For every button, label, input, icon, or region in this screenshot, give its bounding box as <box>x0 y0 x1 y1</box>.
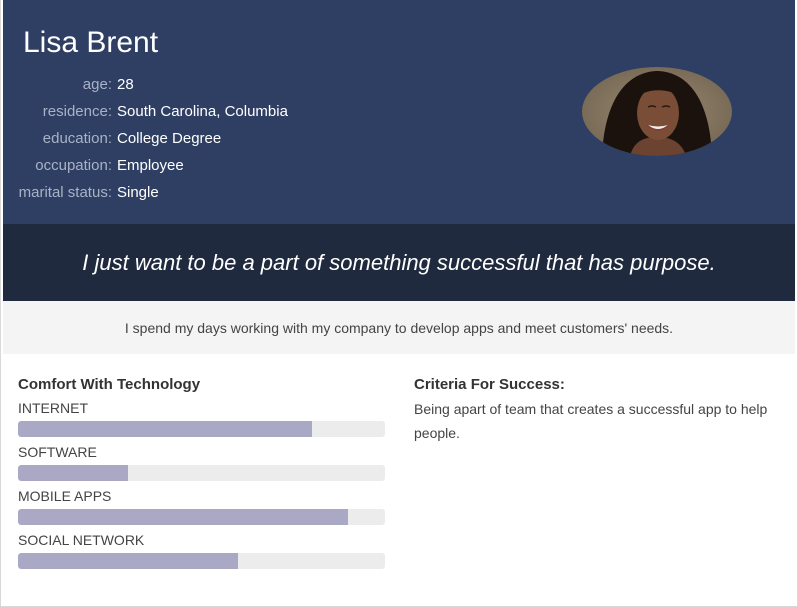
skill-label: SOFTWARE <box>18 444 97 460</box>
criteria-title: Criteria For Success: <box>414 376 565 393</box>
detail-label: occupation: <box>35 157 112 174</box>
skill-social-network: SOCIAL NETWORK <box>18 531 385 569</box>
detail-marital-status: marital status: Single <box>3 179 288 206</box>
skill-label: INTERNET <box>18 400 88 416</box>
persona-photo <box>582 67 732 156</box>
skill-label: SOCIAL NETWORK <box>18 532 145 548</box>
detail-age: age: 28 <box>3 71 288 98</box>
skill-bar-fill <box>18 509 349 525</box>
portrait-illustration <box>582 67 732 156</box>
detail-value: 28 <box>117 76 134 93</box>
detail-label: residence: <box>42 103 112 120</box>
skill-label: MOBILE APPS <box>18 488 112 504</box>
criteria-text: Being apart of team that creates a succe… <box>414 401 768 441</box>
summary-band: I spend my days working with my company … <box>3 301 795 354</box>
persona-quote: I just want to be a part of something su… <box>82 249 716 275</box>
persona-header: Lisa Brent age: 28 residence: South Caro… <box>3 0 795 224</box>
technology-section: Comfort With Technology INTERNET SOFTWAR… <box>18 376 385 569</box>
detail-value: Employee <box>117 157 184 174</box>
detail-education: education: College Degree <box>3 125 288 152</box>
detail-value: College Degree <box>117 130 222 147</box>
skill-bar-track <box>18 553 385 569</box>
persona-name: Lisa Brent <box>23 26 159 59</box>
criteria-section: Criteria For Success: Being apart of tea… <box>414 376 784 445</box>
detail-label: marital status: <box>18 184 112 201</box>
skill-mobile-apps: MOBILE APPS <box>18 487 385 525</box>
skill-bar-track <box>18 421 385 437</box>
persona-summary: I spend my days working with my company … <box>124 319 674 336</box>
persona-details: age: 28 residence: South Carolina, Colum… <box>3 71 288 206</box>
skill-internet: INTERNET <box>18 399 385 437</box>
detail-occupation: occupation: Employee <box>3 152 288 179</box>
skill-bar-fill <box>18 421 312 437</box>
skill-software: SOFTWARE <box>18 443 385 481</box>
skill-bar-track <box>18 509 385 525</box>
quote-band: I just want to be a part of something su… <box>3 224 795 301</box>
detail-residence: residence: South Carolina, Columbia <box>3 98 288 125</box>
skill-bar-fill <box>18 553 239 569</box>
technology-title: Comfort With Technology <box>18 376 201 393</box>
detail-value: South Carolina, Columbia <box>117 103 288 120</box>
skill-bar-fill <box>18 465 129 481</box>
detail-label: education: <box>42 130 112 147</box>
detail-label: age: <box>82 76 112 93</box>
detail-value: Single <box>117 184 159 201</box>
skill-bar-track <box>18 465 385 481</box>
